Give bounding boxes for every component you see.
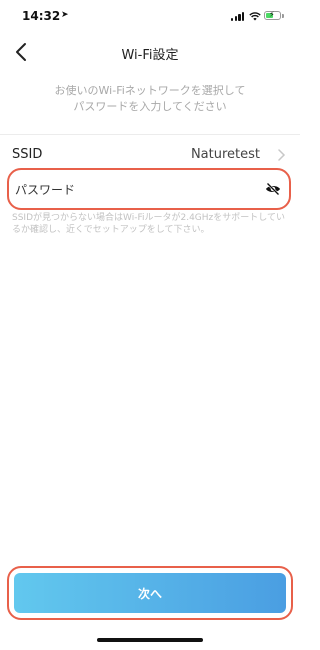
ssid-value: Naturetest [190,147,260,162]
instruction-line: パスワードを入力してください [73,100,227,113]
divider [0,134,300,135]
instruction-line: お使いのWi-Fiネットワークを選択して [54,84,246,97]
next-button[interactable]: 次へ [14,573,286,613]
ssid-label: SSID [12,147,43,162]
wifi-icon [249,12,261,21]
navigation-bar: Wi-Fi設定 [0,34,300,72]
status-bar: 14:32 ➤ ⚡ [0,0,300,34]
eye-slash-icon[interactable] [265,182,281,196]
charging-bolt-icon: ⚡ [269,10,275,19]
location-arrow-icon: ➤ [61,10,69,20]
instruction-text: お使いのWi-Fiネットワークを選択して パスワードを入力してください [20,83,280,115]
password-input[interactable] [15,179,245,201]
status-time: 14:32 [22,9,61,23]
home-indicator [97,638,203,642]
ssid-hint-text: SSIDが見つからない場合はWi-Fiルータが2.4GHzをサポートしているか確… [12,213,285,235]
ssid-selector[interactable]: SSID Naturetest [0,140,300,170]
chevron-right-icon [278,149,286,161]
battery-tip [282,14,284,18]
page-title: Wi-Fi設定 [121,48,179,63]
battery-icon: ⚡ [264,10,281,20]
password-row [7,168,291,210]
cellular-signal-icon [231,12,245,21]
next-button-highlight: 次へ [7,566,293,620]
